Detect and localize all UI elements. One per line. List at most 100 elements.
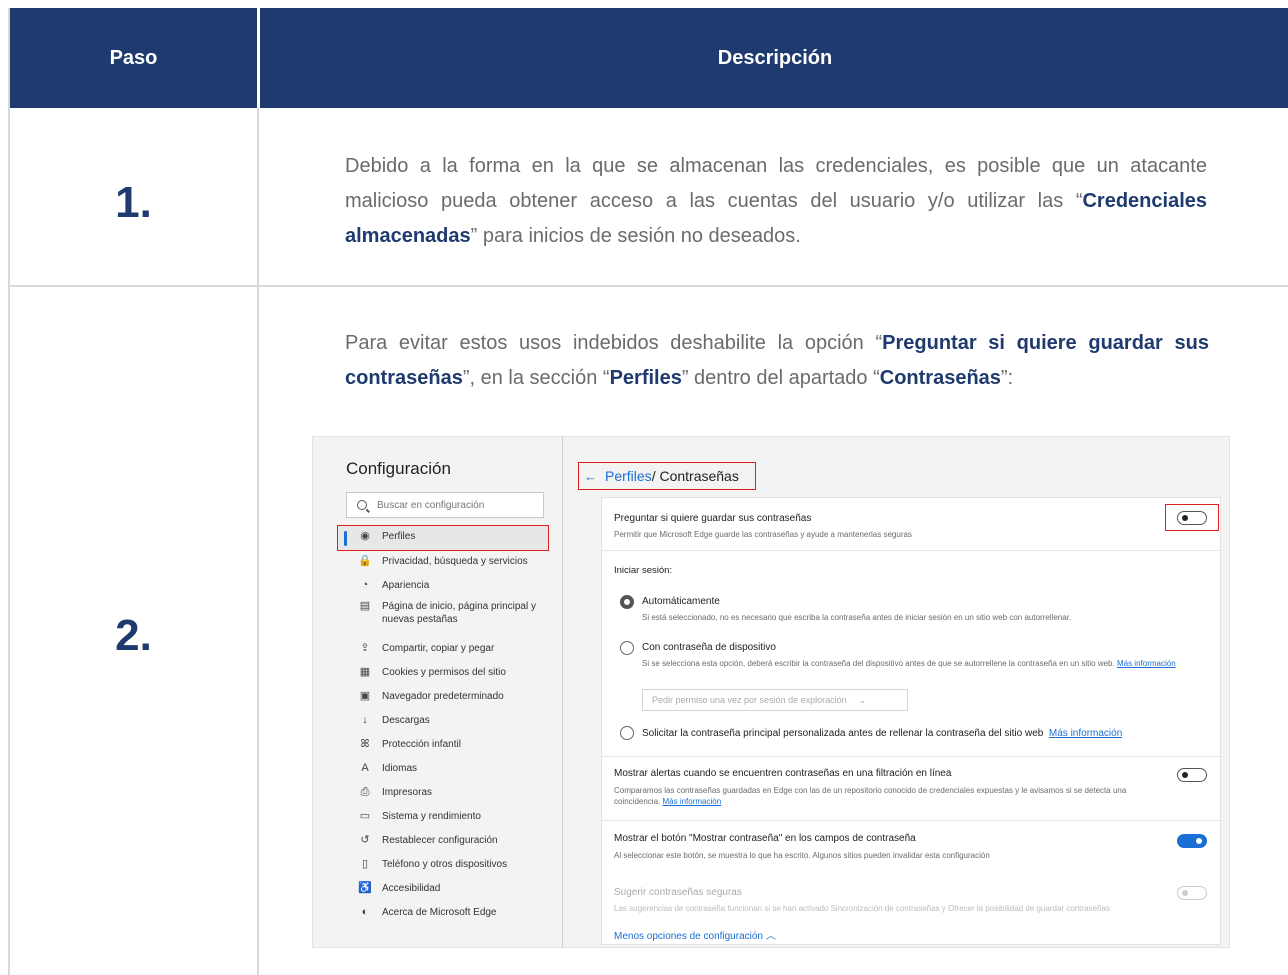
edge-icon: ◐ bbox=[361, 906, 369, 918]
offer-save-title: Preguntar si quiere guardar sus contrase… bbox=[614, 513, 812, 524]
profile-icon: ◉ bbox=[360, 530, 370, 542]
sidebar-item-label: Sistema y rendimiento bbox=[382, 811, 481, 822]
table-header: Paso Descripción bbox=[10, 8, 1288, 108]
row-divider bbox=[10, 285, 1288, 287]
sidebar-item-profile[interactable]: ◉ Perfiles bbox=[358, 530, 552, 543]
header-description: Descripción bbox=[717, 46, 833, 69]
system-icon: ▭ bbox=[359, 810, 371, 822]
sidebar-item-label: Apariencia bbox=[382, 580, 430, 591]
radio-device-password[interactable] bbox=[620, 641, 634, 655]
sidebar-item-label: Cookies y permisos del sitio bbox=[382, 667, 506, 678]
sidebar-item-label: Descargas bbox=[382, 715, 430, 726]
settings-main: ← Perfiles / Contraseñas Preguntar si qu… bbox=[563, 437, 1229, 947]
sidebar-item-label: Teléfono y otros dispositivos bbox=[382, 859, 508, 870]
breadcrumb-link-perfiles[interactable]: Perfiles bbox=[605, 468, 652, 484]
sidebar-item-phone[interactable]: ▯ Teléfono y otros dispositivos bbox=[358, 858, 552, 871]
sidebar-item-label: Restablecer configuración bbox=[382, 835, 498, 846]
accessibility-icon: ♿ bbox=[358, 882, 372, 894]
phone-icon: ▯ bbox=[361, 858, 369, 870]
sidebar-item-system[interactable]: ▭ Sistema y rendimiento bbox=[358, 810, 552, 823]
cookie-icon: ▦ bbox=[359, 666, 371, 678]
reveal-button-toggle[interactable] bbox=[1177, 834, 1207, 848]
chevron-down-icon: ⌄ bbox=[858, 694, 867, 705]
selection-bar bbox=[344, 531, 347, 546]
sidebar-item-edge[interactable]: ◐ Acerca de Microsoft Edge bbox=[358, 906, 552, 919]
step-number-2: 2. bbox=[115, 611, 152, 660]
radio-automatic[interactable] bbox=[620, 595, 634, 609]
custom-title: Solicitar la contraseña principal person… bbox=[642, 728, 1123, 739]
back-arrow-icon[interactable]: ← bbox=[584, 469, 597, 484]
sidebar-item-lock[interactable]: 🔒 Privacidad, búsqueda y servicios bbox=[358, 555, 552, 568]
sidebar-item-label: Impresoras bbox=[382, 787, 433, 798]
custom-more-info-link[interactable]: Más información bbox=[1049, 728, 1122, 739]
offer-save-subtitle: Permitir que Microsoft Edge guarde las c… bbox=[614, 530, 912, 539]
leak-subtitle: Comparamos las contraseñas guardadas en … bbox=[614, 786, 1127, 806]
separator bbox=[602, 756, 1222, 757]
sidebar-item-browser[interactable]: ▣ Navegador predeterminado bbox=[358, 690, 552, 703]
breadcrumb-current: / Contraseñas bbox=[651, 468, 739, 484]
automatic-subtitle: Si está seleccionado, no es necesario qu… bbox=[642, 613, 1072, 622]
language-icon: A bbox=[361, 762, 369, 774]
suggest-card: Sugerir contraseñas seguras Las sugerenc… bbox=[601, 869, 1221, 945]
header-step: Paso bbox=[109, 46, 158, 69]
settings-title: Configuración bbox=[346, 459, 451, 478]
sidebar-item-home[interactable]: ▤ Página de inicio, página principal y nu… bbox=[358, 600, 552, 626]
radio-custom-password[interactable] bbox=[620, 726, 634, 740]
settings-search[interactable]: Buscar en configuración bbox=[346, 492, 544, 518]
separator bbox=[602, 550, 1222, 551]
sidebar-item-label: Perfiles bbox=[382, 531, 416, 542]
separator bbox=[602, 820, 1222, 821]
printer-icon: ⎙ bbox=[360, 786, 370, 798]
suggest-title: Sugerir contraseñas seguras bbox=[614, 887, 742, 898]
sidebar-item-share[interactable]: ⇪ Compartir, copiar y pegar bbox=[358, 642, 552, 655]
device-dropdown[interactable]: Pedir permiso una vez por sesión de expl… bbox=[642, 689, 908, 711]
sidebar-item-reset[interactable]: ↺ Restablecer configuración bbox=[358, 834, 552, 847]
home-icon: ▤ bbox=[359, 600, 371, 612]
edge-settings-screenshot: Configuración Buscar en configuración ◉ P… bbox=[312, 436, 1230, 948]
step-number-1: 1. bbox=[115, 178, 152, 227]
share-icon: ⇪ bbox=[360, 642, 370, 654]
step-2-description: Para evitar estos usos indebidos deshabi… bbox=[345, 332, 1209, 389]
leak-title: Mostrar alertas cuando se encuentren con… bbox=[614, 768, 952, 779]
reveal-subtitle: Al seleccionar este botón, se muestra lo… bbox=[614, 851, 990, 860]
automatic-title: Automáticamente bbox=[642, 596, 720, 607]
sidebar-item-label: Compartir, copiar y pegar bbox=[382, 643, 495, 654]
sidebar-item-label: Navegador predeterminado bbox=[382, 691, 504, 702]
sidebar-item-label: Idiomas bbox=[382, 763, 418, 774]
sidebar-item-label: Accesibilidad bbox=[382, 883, 441, 894]
suggest-subtitle: Las sugerencias de contraseña funcionan … bbox=[614, 904, 1110, 913]
sidebar-item-download[interactable]: ↓ Descargas bbox=[358, 714, 552, 727]
offer-save-toggle[interactable] bbox=[1177, 511, 1207, 525]
sidebar-item-accessibility[interactable]: ♿ Accesibilidad bbox=[358, 882, 552, 895]
palette-icon: ◔ bbox=[361, 579, 369, 591]
leak-alerts-toggle[interactable] bbox=[1177, 768, 1207, 782]
sidebar-item-label: Protección infantil bbox=[382, 739, 461, 750]
fewer-options-link[interactable]: Menos opciones de configuración ︿ bbox=[614, 927, 776, 942]
sidebar-item-printer[interactable]: ⎙ Impresoras bbox=[358, 786, 552, 799]
sidebar-item-label: Página de inicio, página principal y nue… bbox=[382, 601, 536, 625]
chevron-up-icon: ︿ bbox=[765, 931, 776, 942]
sidebar-item-language[interactable]: A Idiomas bbox=[358, 762, 552, 775]
download-icon: ↓ bbox=[362, 714, 368, 726]
signin-label: Iniciar sesión: bbox=[614, 565, 673, 576]
device-more-info-link[interactable]: Más información bbox=[1117, 659, 1176, 668]
device-title: Con contraseña de dispositivo bbox=[642, 642, 776, 653]
sidebar-item-palette[interactable]: ◔ Apariencia bbox=[358, 579, 552, 592]
step-1-description: Debido a la forma en la que se almacenan… bbox=[345, 155, 1207, 247]
search-icon bbox=[357, 500, 367, 510]
device-subtitle: Si se selecciona esta opción, deberá esc… bbox=[642, 659, 1176, 668]
sidebar-item-label: Acerca de Microsoft Edge bbox=[382, 907, 497, 918]
leak-more-info-link[interactable]: Más información bbox=[662, 797, 721, 806]
sidebar-item-label: Privacidad, búsqueda y servicios bbox=[382, 556, 528, 567]
browser-icon: ▣ bbox=[359, 690, 371, 702]
suggest-toggle[interactable] bbox=[1177, 886, 1207, 900]
family-icon: ꕤ bbox=[360, 738, 370, 750]
reveal-title: Mostrar el botón "Mostrar contraseña" en… bbox=[614, 833, 916, 844]
column-divider bbox=[257, 108, 259, 975]
sidebar-item-family[interactable]: ꕤ Protección infantil bbox=[358, 738, 552, 751]
password-settings-card: Preguntar si quiere guardar sus contrase… bbox=[601, 497, 1222, 885]
reset-icon: ↺ bbox=[360, 834, 370, 846]
settings-sidebar: Configuración Buscar en configuración ◉ P… bbox=[313, 437, 563, 947]
breadcrumb: ← Perfiles / Contraseñas bbox=[578, 462, 756, 490]
sidebar-item-cookie[interactable]: ▦ Cookies y permisos del sitio bbox=[358, 666, 552, 679]
